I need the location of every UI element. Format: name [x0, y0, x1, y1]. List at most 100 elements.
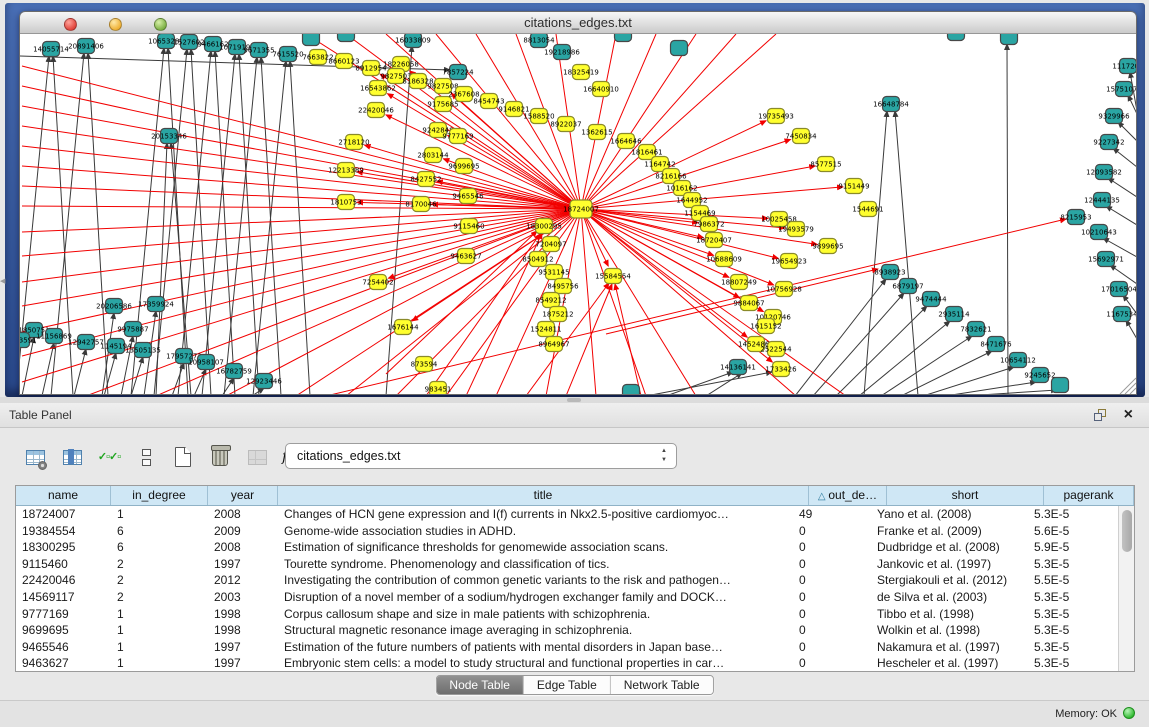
- graph-node[interactable]: 12093582: [1086, 165, 1122, 180]
- graph-node[interactable]: 16640910: [583, 82, 619, 97]
- graph-node[interactable]: 22420046: [358, 103, 394, 118]
- graph-node[interactable]: 19654923: [771, 254, 807, 269]
- graph-node[interactable]: 9474444: [915, 292, 947, 307]
- table-row[interactable]: 2242004622012Investigating the contribut…: [16, 572, 1118, 589]
- graph-edge[interactable]: [74, 349, 86, 394]
- graph-edge[interactable]: [22, 126, 581, 209]
- graph-node[interactable]: 12942757: [68, 335, 104, 350]
- graph-node[interactable]: 2718120: [338, 135, 369, 150]
- column-header-outde[interactable]: △ out_de…: [809, 486, 887, 505]
- graph-node[interactable]: 10688609: [706, 252, 742, 267]
- graph-edge[interactable]: [22, 209, 581, 356]
- select-rows-button[interactable]: ✓▫ ✓▫: [96, 444, 122, 470]
- graph-edge[interactable]: [881, 336, 972, 394]
- graph-node[interactable]: [671, 41, 688, 56]
- graph-node[interactable]: 8170046: [405, 197, 437, 212]
- new-table-button[interactable]: [170, 444, 196, 470]
- table-row[interactable]: 969969511998Structural magnetic resonanc…: [16, 622, 1118, 639]
- close-panel-icon[interactable]: ×: [1124, 406, 1133, 424]
- graph-edge[interactable]: [1106, 206, 1136, 225]
- graph-node[interactable]: 9227342: [1093, 135, 1124, 150]
- resize-grip-icon[interactable]: [1125, 383, 1136, 394]
- graph-edge[interactable]: [581, 209, 785, 228]
- graph-node[interactable]: 16648784: [873, 97, 909, 112]
- graph-node[interactable]: 873594: [411, 357, 438, 372]
- graph-node[interactable]: 7450834: [785, 129, 817, 144]
- column-header-indegree[interactable]: in_degree: [111, 486, 208, 505]
- graph-node[interactable]: 8938923: [874, 265, 905, 280]
- graph-node[interactable]: 9151449: [838, 179, 869, 194]
- graph-node[interactable]: 2803144: [417, 148, 449, 163]
- tab-network-table[interactable]: Network Table: [611, 676, 713, 694]
- network-window[interactable]: citations_edges.txt 1405571420891406 1065…: [19, 11, 1137, 395]
- graph-node[interactable]: 12213389: [328, 163, 364, 178]
- graph-edge[interactable]: [895, 111, 918, 394]
- graph-edge[interactable]: [581, 34, 736, 209]
- graph-edge[interactable]: [22, 106, 581, 209]
- graph-edge[interactable]: [239, 54, 259, 394]
- graph-node[interactable]: 17359924: [138, 297, 174, 312]
- graph-node[interactable]: 1524811: [530, 322, 561, 337]
- graph-edge[interactable]: [566, 284, 612, 394]
- delete-table-button[interactable]: [207, 444, 233, 470]
- graph-node[interactable]: 1733426: [765, 362, 797, 377]
- tab-edge-table[interactable]: Edge Table: [524, 676, 611, 694]
- table-selector-dropdown[interactable]: citations_edges.txt ▲▼: [285, 443, 677, 469]
- graph-node[interactable]: 20891406: [68, 39, 104, 54]
- scrollbar-thumb[interactable]: [1122, 510, 1132, 552]
- column-edit-button[interactable]: [59, 444, 85, 470]
- graph-node[interactable]: 12444135: [1084, 193, 1120, 208]
- graph-edge[interactable]: [22, 209, 581, 232]
- graph-node[interactable]: 8215953: [1060, 210, 1091, 225]
- graph-node[interactable]: 15692971: [1088, 252, 1124, 267]
- graph-edge[interactable]: [253, 61, 286, 394]
- graph-node[interactable]: [623, 385, 640, 395]
- graph-node[interactable]: 20206586: [96, 299, 132, 314]
- graph-edge[interactable]: [581, 209, 696, 394]
- column-header-year[interactable]: year: [208, 486, 278, 505]
- graph-edge[interactable]: [581, 209, 768, 218]
- graph-node[interactable]: 1167534: [1106, 307, 1136, 322]
- graph-edge[interactable]: [386, 46, 412, 394]
- table-settings-button[interactable]: [22, 444, 48, 470]
- graph-node[interactable]: [1052, 378, 1069, 393]
- graph-node[interactable]: 1362615: [581, 125, 612, 140]
- graph-edge[interactable]: [923, 367, 1014, 394]
- graph-node[interactable]: 1117205: [1112, 59, 1136, 74]
- network-window-titlebar[interactable]: citations_edges.txt: [20, 12, 1136, 34]
- graph-node[interactable]: 1664646: [610, 134, 642, 149]
- graph-node[interactable]: 8495756: [547, 279, 579, 294]
- float-panel-icon[interactable]: [1094, 409, 1107, 422]
- column-header-short[interactable]: short: [887, 486, 1044, 505]
- column-header-title[interactable]: title: [278, 486, 809, 505]
- graph-edge[interactable]: [646, 372, 772, 394]
- table-row[interactable]: 1872400712008Changes of HCN gene express…: [16, 506, 1118, 523]
- graph-node[interactable]: 14055714: [33, 42, 69, 57]
- graph-edge[interactable]: [261, 57, 281, 394]
- graph-node[interactable]: 7254402: [362, 275, 393, 290]
- graph-node[interactable]: 9329966: [1098, 109, 1130, 124]
- graph-edge[interactable]: [290, 61, 310, 394]
- graph-edge[interactable]: [222, 378, 234, 394]
- graph-node[interactable]: 10654112: [1000, 353, 1036, 368]
- graph-edge[interactable]: [864, 111, 887, 394]
- graph-node[interactable]: 7615520: [272, 47, 303, 62]
- graph-node[interactable]: 18325419: [563, 65, 599, 80]
- table-row[interactable]: 946362711997Embryonic stem cells: a mode…: [16, 655, 1118, 671]
- graph-node[interactable]: 8922037: [550, 117, 581, 132]
- graph-node[interactable]: 6879197: [892, 279, 923, 294]
- graph-node[interactable]: [303, 34, 320, 46]
- graph-edge[interactable]: [813, 293, 904, 394]
- graph-node[interactable]: 19218986: [544, 45, 580, 60]
- graph-node[interactable]: 12923446: [246, 374, 282, 389]
- table-row[interactable]: 977716911998Corpus callosum shape and si…: [16, 606, 1118, 623]
- graph-node[interactable]: [615, 34, 632, 42]
- graph-edge[interactable]: [215, 51, 235, 394]
- graph-node[interactable]: 8577515: [810, 157, 841, 172]
- graph-node[interactable]: 8813054: [523, 34, 555, 48]
- graph-edge[interactable]: [1113, 148, 1136, 167]
- graph-node[interactable]: 14136141: [720, 360, 756, 375]
- column-header-name[interactable]: name: [16, 486, 111, 505]
- column-header-pagerank[interactable]: pagerank: [1044, 486, 1134, 505]
- graph-node[interactable]: 2935114: [938, 307, 970, 322]
